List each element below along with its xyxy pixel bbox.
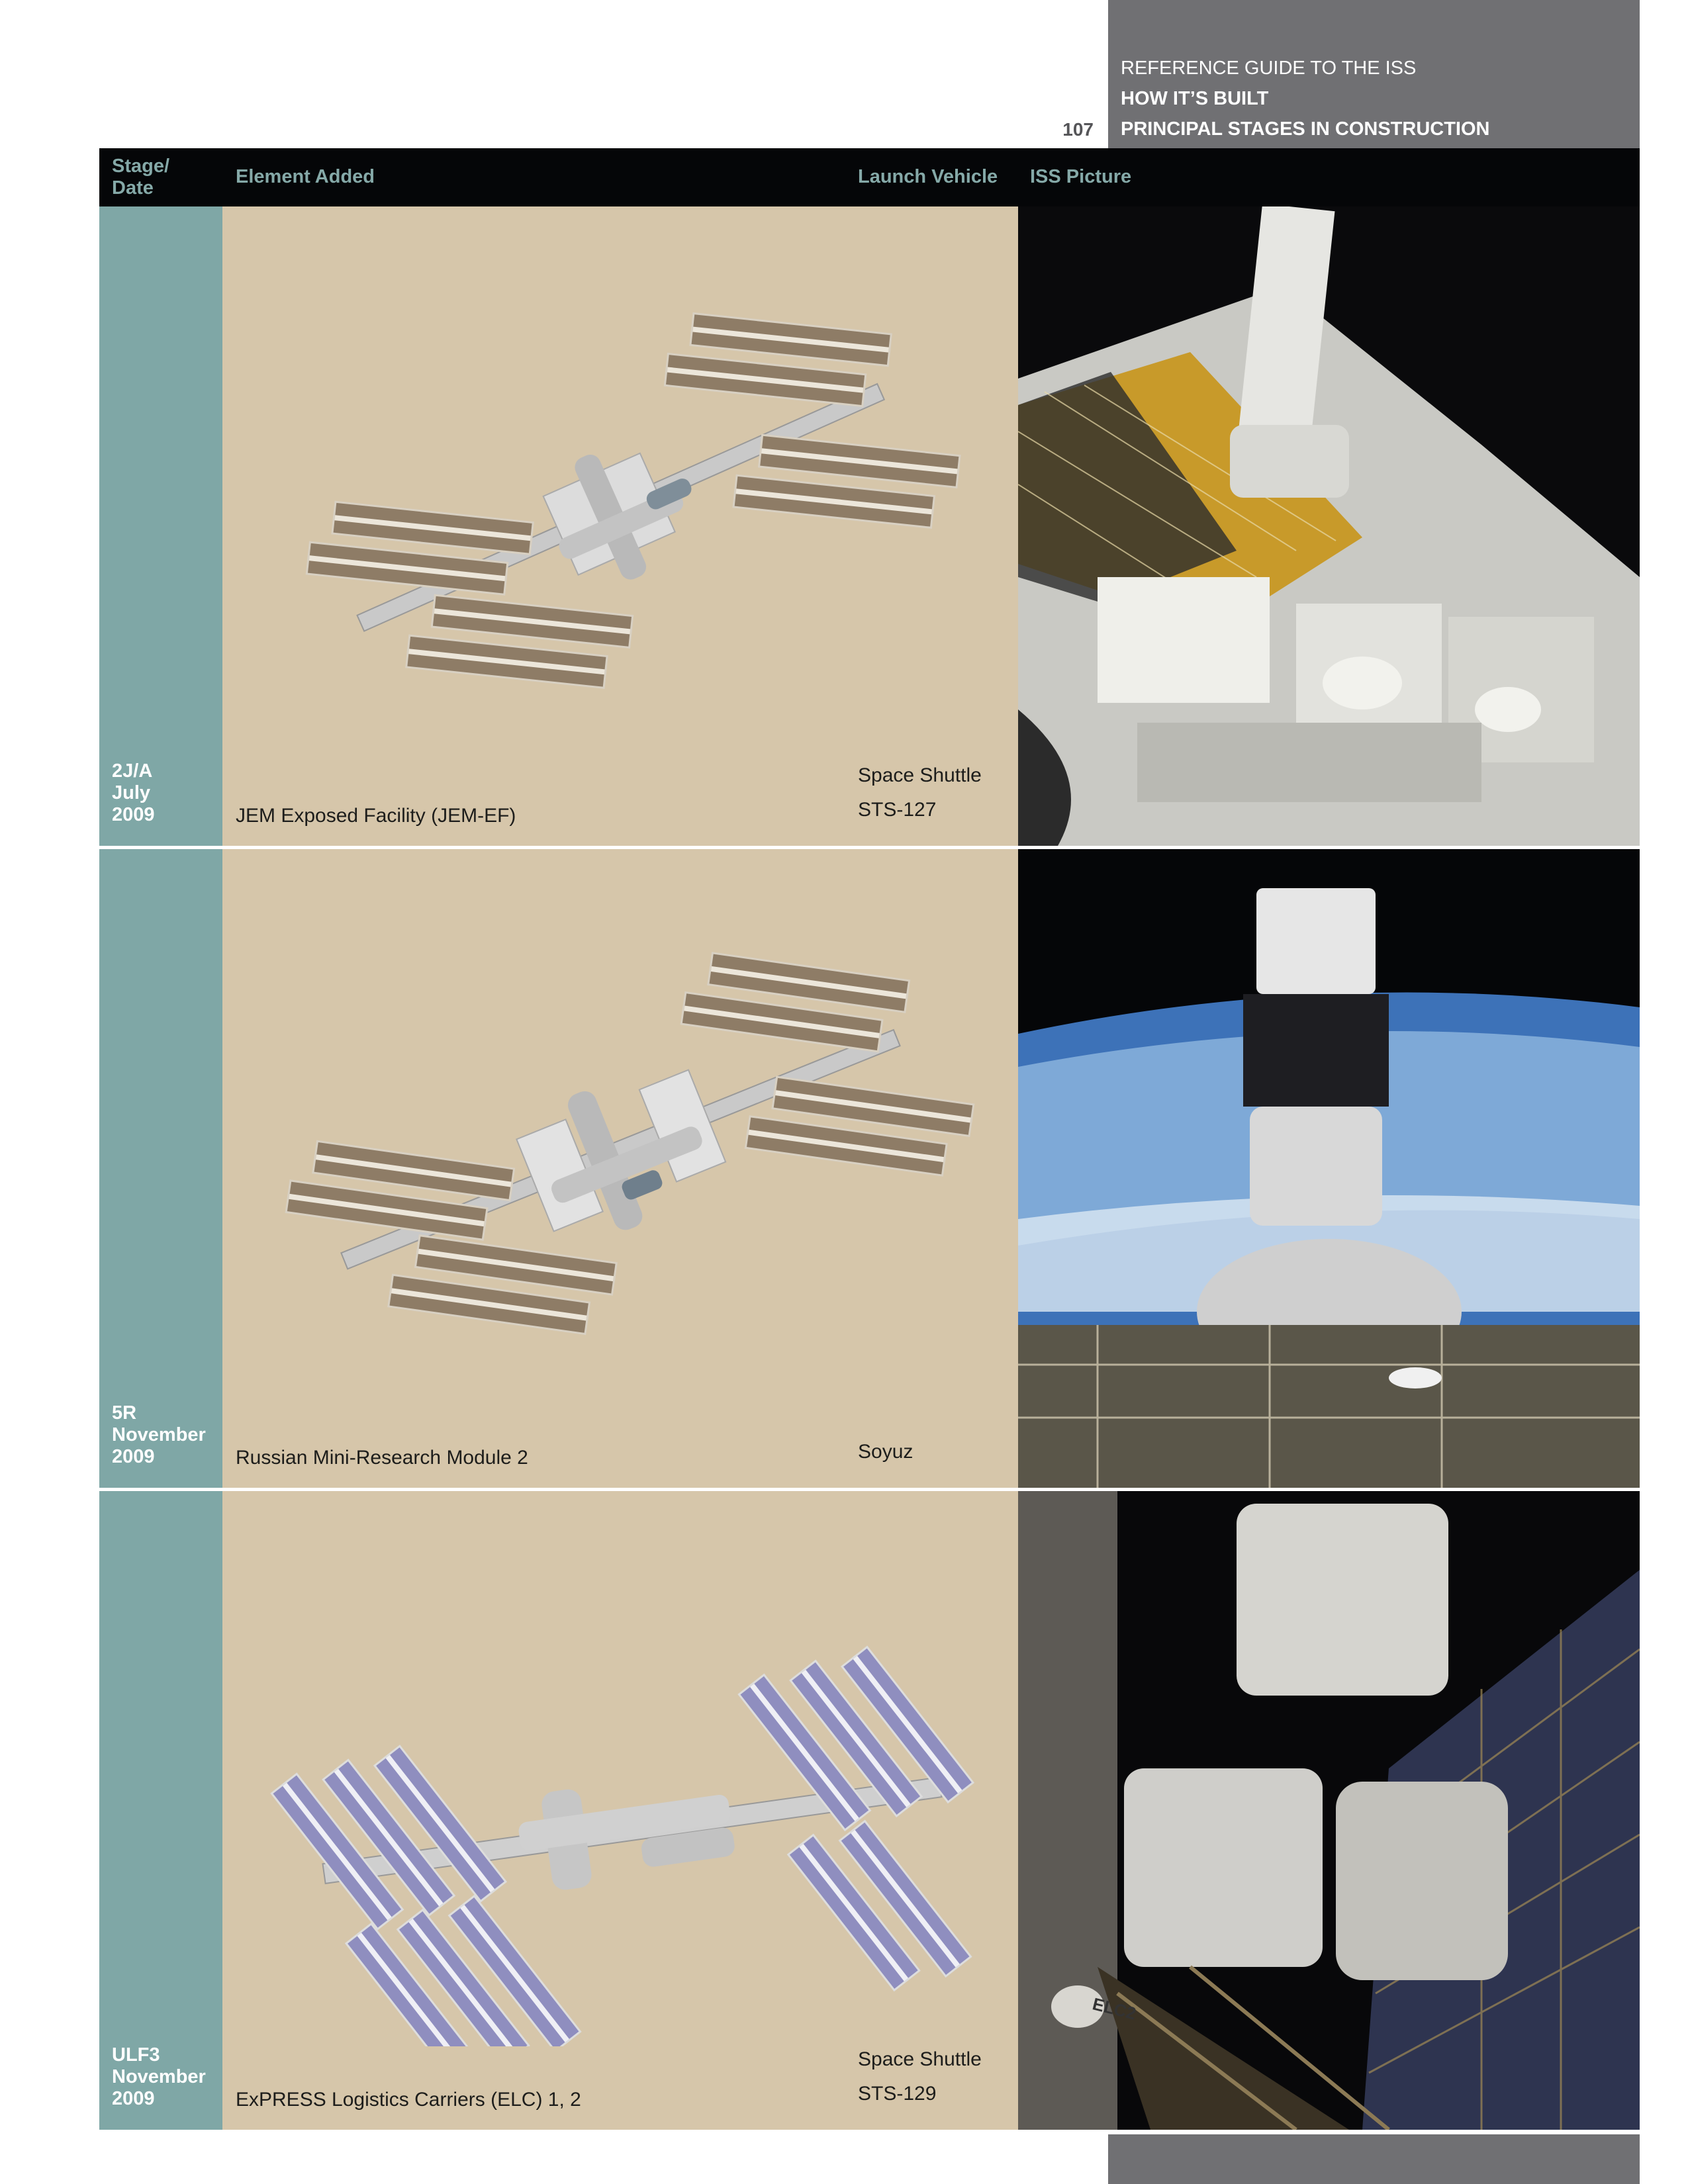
- stage-cell: 2J/A July 2009: [99, 206, 222, 846]
- element-column-header: Element Added: [236, 166, 375, 187]
- launch-vehicle-column-header: Launch Vehicle: [858, 166, 998, 187]
- docked-spacecraft-earth-photo: [1018, 848, 1640, 1488]
- section-title: HOW IT’S BUILT: [1121, 88, 1269, 109]
- stage-date: ULF3 November 2009: [112, 2044, 206, 2109]
- element-cell: Russian Mini-Research Module 2 Soyuz: [222, 848, 1018, 1488]
- stage-date: 2J/A July 2009: [112, 760, 155, 825]
- table-row: ULF3 November 2009 ExPRESS Logistics Car…: [99, 1490, 1640, 2130]
- subsection-title: PRINCIPAL STAGES IN CONSTRUCTION: [1121, 118, 1490, 140]
- stage-cell: ULF3 November 2009: [99, 1490, 222, 2130]
- stage-date-column-header: Stage/ Date: [112, 156, 170, 199]
- element-cell: JEM Exposed Facility (JEM-EF) Space Shut…: [222, 206, 1018, 846]
- element-added: ExPRESS Logistics Carriers (ELC) 1, 2: [236, 2089, 581, 2111]
- table-header: Stage/ Date Element Added Launch Vehicle…: [99, 148, 1640, 206]
- launch-vehicle: Soyuz: [858, 1441, 914, 1463]
- table-row: 2J/A July 2009 JEM Exposed Facility (JEM…: [99, 206, 1640, 846]
- logistics-carrier-photo: ELC2: [1018, 1490, 1640, 2130]
- launch-vehicle: Space Shuttle STS-129: [858, 2048, 982, 2105]
- footer-band: [1108, 2134, 1640, 2184]
- element-added: JEM Exposed Facility (JEM-EF): [236, 805, 516, 827]
- launch-vehicle: Space Shuttle STS-127: [858, 764, 982, 821]
- element-cell: ExPRESS Logistics Carriers (ELC) 1, 2 Sp…: [222, 1490, 1018, 2130]
- stage-date: 5R November 2009: [112, 1402, 206, 1467]
- iss-configuration-illustration: [270, 1646, 974, 2046]
- row-divider: [99, 846, 1640, 849]
- iss-robotic-arm-photo: [1018, 206, 1640, 846]
- element-added: Russian Mini-Research Module 2: [236, 1447, 528, 1469]
- iss-picture-column-header: ISS Picture: [1030, 166, 1132, 187]
- running-header: REFERENCE GUIDE TO THE ISS HOW IT’S BUIL…: [1121, 53, 1630, 144]
- iss-configuration-illustration: [285, 952, 975, 1336]
- page-number: 107: [1062, 119, 1094, 140]
- guide-title: REFERENCE GUIDE TO THE ISS: [1121, 58, 1417, 79]
- iss-configuration-illustration: [305, 312, 961, 689]
- table-row: 5R November 2009 Russian Mini-Research M…: [99, 848, 1640, 1488]
- row-divider: [99, 1488, 1640, 1491]
- stage-cell: 5R November 2009: [99, 848, 222, 1488]
